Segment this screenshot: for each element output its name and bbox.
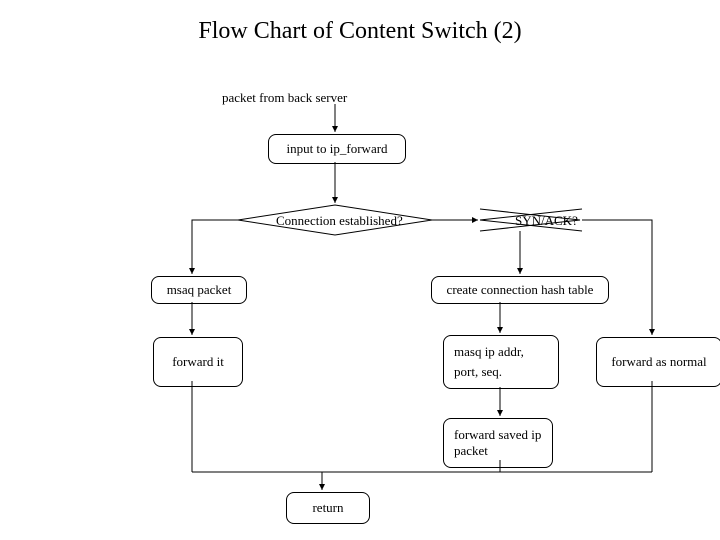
return-box: return: [286, 492, 370, 524]
diagram-title: Flow Chart of Content Switch (2): [0, 18, 720, 45]
forward-saved-box: forward saved ip packet: [443, 418, 553, 468]
decision2-label: SYN/ACK?: [515, 213, 578, 229]
masq-line2: port, seq.: [454, 364, 502, 380]
masq-line1: masq ip addr,: [454, 344, 524, 360]
masq-box: masq ip addr, port, seq.: [443, 335, 559, 389]
decision1-label: Connection established?: [276, 213, 403, 229]
start-label: packet from back server: [222, 90, 347, 106]
forward-it-box: forward it: [153, 337, 243, 387]
create-hash-box: create connection hash table: [431, 276, 609, 304]
input-box: input to ip_forward: [268, 134, 406, 164]
forward-saved-text: forward saved ip packet: [454, 427, 542, 458]
msaq-box: msaq packet: [151, 276, 247, 304]
forward-normal-box: forward as normal: [596, 337, 720, 387]
flow-diagram-svg: [0, 0, 720, 540]
